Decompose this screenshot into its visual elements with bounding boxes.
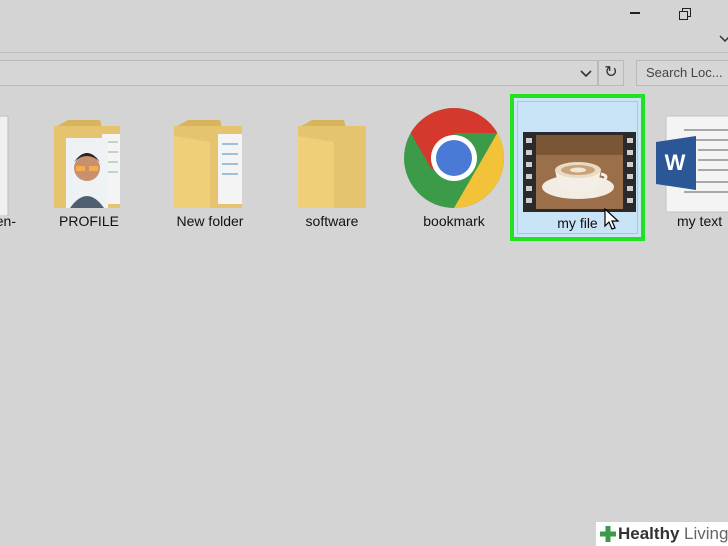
file-item-partial[interactable]: en- — [0, 96, 22, 240]
file-label: my text — [677, 213, 723, 229]
minimize-icon[interactable] — [615, 0, 655, 26]
chevron-down-icon[interactable] — [579, 66, 593, 80]
folder-label: PROFILE — [59, 213, 119, 229]
file-item-my-text[interactable]: W my text — [652, 96, 728, 240]
watermark-logo: Healthy Living — [596, 522, 728, 546]
file-label: en- — [0, 213, 16, 229]
folder-label: software — [305, 213, 359, 229]
folder-icon — [298, 120, 366, 208]
chrome-icon — [404, 108, 504, 208]
folder-item-profile[interactable]: PROFILE — [40, 96, 138, 240]
file-label: my file — [557, 215, 598, 231]
svg-text:W: W — [665, 150, 686, 175]
watermark-text: Healthy — [618, 524, 680, 543]
folder-icon — [54, 120, 120, 208]
title-bar — [0, 0, 728, 28]
folder-item-new-folder[interactable]: New folder — [162, 96, 258, 240]
video-file-icon — [523, 132, 636, 212]
folder-item-software[interactable]: software — [284, 96, 380, 240]
file-item-my-file[interactable]: my file — [510, 94, 645, 241]
folder-icon — [174, 120, 242, 208]
word-document-icon: W — [656, 115, 728, 213]
address-bar[interactable] — [0, 60, 598, 86]
mouse-cursor-icon — [604, 208, 620, 230]
watermark-text: Living — [684, 524, 728, 543]
plus-icon — [600, 526, 616, 542]
refresh-button[interactable]: ↻ — [598, 60, 624, 86]
chevron-down-icon[interactable] — [718, 32, 728, 46]
restore-icon[interactable] — [666, 0, 706, 26]
folder-label: New folder — [176, 213, 244, 229]
search-input[interactable]: Search Loc... — [636, 60, 728, 86]
ribbon-divider — [0, 52, 728, 53]
file-label: bookmark — [423, 213, 485, 229]
file-item-bookmark[interactable]: bookmark — [402, 96, 506, 240]
document-icon — [0, 115, 9, 216]
